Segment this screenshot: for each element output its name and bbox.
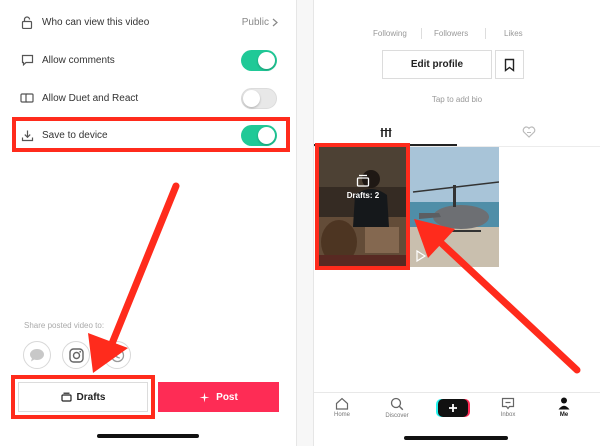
add-bio-hint[interactable]: Tap to add bio [314, 95, 600, 104]
home-indicator [97, 434, 199, 438]
stat-separator [485, 28, 486, 39]
nav-me[interactable]: Me [544, 397, 584, 418]
edit-profile-button[interactable]: Edit profile [382, 50, 492, 79]
message-icon [30, 349, 44, 362]
tab-videos[interactable] [314, 118, 457, 146]
drafts-highlight [11, 375, 155, 419]
nav-me-label: Me [559, 412, 569, 418]
share-label: Share posted video to: [24, 321, 105, 330]
allow-comments-toggle[interactable] [241, 49, 277, 71]
drafts-thumbnail-highlight [315, 143, 410, 270]
panel-divider [296, 0, 314, 446]
followers-label[interactable]: Followers [434, 29, 468, 38]
profile-icon [558, 397, 570, 410]
allow-duet-toggle[interactable] [241, 87, 277, 109]
home-icon [335, 397, 349, 410]
plus-icon [449, 404, 457, 412]
nav-discover[interactable]: Discover [377, 397, 417, 419]
profile-panel: Following Followers Likes Edit profile T… [314, 0, 600, 446]
chevron-right-icon [272, 18, 278, 26]
tab-liked[interactable] [457, 118, 600, 146]
bottom-navigation: Home Discover Inbox Me [314, 392, 600, 428]
comment-icon [20, 53, 34, 67]
share-whatsapp-button[interactable] [103, 341, 131, 369]
video-thumbnail-image [409, 147, 499, 267]
save-to-device-highlight [12, 117, 290, 152]
bookmark-button[interactable] [495, 50, 524, 79]
who-can-view-row[interactable]: Who can view this video Public [0, 4, 296, 40]
home-indicator [404, 436, 508, 440]
share-instagram-button[interactable] [62, 341, 90, 369]
stat-separator [421, 28, 422, 39]
following-label[interactable]: Following [373, 29, 407, 38]
duet-icon [20, 91, 34, 105]
bookmark-icon [504, 58, 515, 72]
nav-inbox-label: Inbox [500, 412, 516, 418]
instagram-icon [68, 347, 84, 363]
grid-icon [380, 127, 391, 137]
likes-label[interactable]: Likes [504, 29, 523, 38]
allow-duet-label: Allow Duet and React [42, 92, 139, 104]
whatsapp-icon [110, 348, 124, 362]
share-message-button[interactable] [23, 341, 51, 369]
nav-inbox[interactable]: Inbox [488, 397, 528, 418]
sparkle-icon [199, 392, 210, 402]
toggle-knob [243, 89, 260, 107]
create-button[interactable] [438, 399, 468, 417]
allow-comments-label: Allow comments [42, 54, 115, 66]
lock-icon [20, 15, 34, 29]
nav-home[interactable]: Home [322, 397, 362, 418]
allow-comments-row: Allow comments [0, 42, 296, 78]
post-button[interactable]: Post [158, 382, 279, 412]
toggle-knob [258, 51, 275, 69]
privacy-value-text: Public [241, 16, 269, 28]
nav-discover-label: Discover [385, 413, 409, 419]
nav-home-label: Home [333, 412, 350, 418]
post-settings-panel: Who can view this video Public Allow com… [0, 0, 296, 446]
video-thumbnail[interactable] [409, 147, 499, 267]
liked-icon [522, 126, 535, 138]
search-icon [390, 397, 404, 411]
edit-profile-label: Edit profile [410, 59, 464, 70]
who-can-view-label: Who can view this video [42, 16, 150, 28]
allow-duet-row: Allow Duet and React [0, 80, 296, 116]
post-label: Post [216, 391, 238, 403]
privacy-value[interactable]: Public [242, 17, 278, 28]
inbox-icon [501, 397, 515, 410]
